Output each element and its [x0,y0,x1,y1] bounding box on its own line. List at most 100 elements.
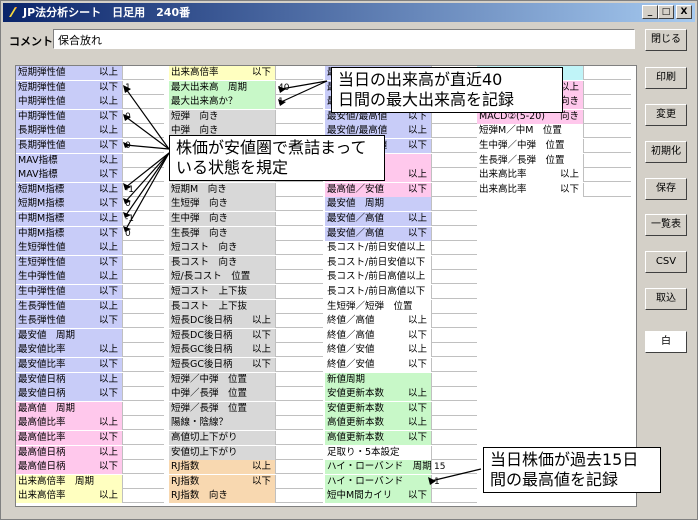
criteria-value-input[interactable] [431,139,477,153]
criteria-value-input[interactable] [275,226,323,241]
criteria-value-input[interactable]: 0 [122,139,164,153]
criteria-value-input[interactable] [583,95,631,110]
criteria-value-input[interactable] [122,445,164,460]
criteria-value-input[interactable] [275,328,323,343]
criteria-value-input[interactable] [431,212,477,226]
criteria-value-input[interactable] [275,212,323,226]
criteria-value-input[interactable] [275,460,323,475]
criteria-value-input[interactable] [431,445,477,460]
criteria-value-input[interactable] [275,474,323,489]
criteria-value-input[interactable] [275,285,323,299]
criteria-value-input[interactable] [122,95,164,110]
criteria-value-input[interactable] [122,270,164,285]
criteria-value-input[interactable]: 0 [122,226,164,241]
criteria-value-input[interactable] [122,416,164,431]
criteria-value-input[interactable] [431,387,477,402]
criteria-value-input[interactable] [583,66,631,80]
criteria-value-input[interactable] [275,445,323,460]
criteria-value-input[interactable] [431,358,477,372]
initialize-button[interactable]: 初期化 [645,141,687,163]
import-button[interactable]: 取込 [645,288,687,310]
criteria-value-input[interactable] [583,124,631,139]
criteria-value-input[interactable] [122,124,164,139]
criteria-value-input[interactable] [431,314,477,329]
criteria-value-input[interactable] [583,139,631,153]
criteria-value-input[interactable] [275,182,323,197]
criteria-value-input[interactable] [275,401,323,416]
criteria-value-input[interactable] [122,460,164,475]
criteria-value-input[interactable] [122,431,164,445]
criteria-value-input[interactable] [122,153,164,168]
criteria-value-input[interactable] [122,241,164,256]
criteria-value-input[interactable] [122,66,164,80]
criteria-value-input[interactable]: 15 [431,460,477,475]
criteria-value-input[interactable]: 1 [275,95,323,110]
criteria-value-input[interactable] [275,416,323,431]
close-button[interactable]: 閉じる [645,29,687,51]
criteria-value-input[interactable] [431,168,477,183]
criteria-value-input[interactable] [431,343,477,358]
criteria-value-input[interactable] [122,401,164,416]
criteria-value-input[interactable] [275,372,323,387]
criteria-value-input[interactable] [431,153,477,168]
minimize-button[interactable]: _ [642,5,658,19]
criteria-value-input[interactable]: -1 [122,182,164,197]
criteria-value-input[interactable] [431,124,477,139]
white-button[interactable]: 白 [645,331,687,353]
criteria-value-input[interactable] [122,168,164,183]
criteria-value-input[interactable] [122,328,164,343]
criteria-value-input[interactable] [275,66,323,80]
criteria-value-input[interactable] [275,299,323,314]
criteria-value-input[interactable] [122,343,164,358]
criteria-value-input[interactable] [275,241,323,256]
criteria-value-input[interactable] [122,285,164,299]
criteria-value-input[interactable] [583,109,631,124]
criteria-value-input[interactable] [431,328,477,343]
criteria-value-input[interactable] [122,314,164,329]
criteria-value-input[interactable] [275,270,323,285]
criteria-value-input[interactable] [431,182,477,197]
criteria-value-input[interactable] [122,299,164,314]
criteria-value-input[interactable] [583,80,631,95]
criteria-value-input[interactable] [275,314,323,329]
criteria-value-input[interactable] [431,489,477,504]
criteria-value-input[interactable] [122,474,164,489]
criteria-value-input[interactable] [275,343,323,358]
criteria-value-input[interactable] [122,387,164,402]
criteria-value-input[interactable]: 40 [275,80,323,95]
criteria-value-input[interactable] [583,168,631,183]
criteria-value-input[interactable]: 1 [431,474,477,489]
criteria-value-input[interactable] [275,489,323,504]
criteria-value-input[interactable] [275,197,323,212]
close-window-button[interactable]: X [676,5,692,19]
criteria-value-input[interactable] [431,372,477,387]
criteria-value-input[interactable] [275,358,323,372]
criteria-value-input[interactable]: -1 [122,212,164,226]
criteria-value-input[interactable] [431,226,477,241]
criteria-value-input[interactable] [431,299,477,314]
criteria-value-input[interactable] [122,358,164,372]
change-button[interactable]: 変更 [645,104,687,126]
criteria-value-input[interactable]: 0 [122,197,164,212]
criteria-value-input[interactable]: 1 [122,80,164,95]
criteria-value-input[interactable] [431,270,477,285]
save-button[interactable]: 保存 [645,178,687,200]
criteria-value-input[interactable] [275,255,323,270]
criteria-value-input[interactable] [275,431,323,445]
criteria-value-input[interactable] [122,255,164,270]
maximize-button[interactable]: □ [658,5,674,19]
criteria-value-input[interactable] [122,489,164,504]
criteria-value-input[interactable] [431,401,477,416]
csv-button[interactable]: CSV [645,251,687,273]
criteria-value-input[interactable] [431,285,477,299]
criteria-value-input[interactable] [275,387,323,402]
list-button[interactable]: 一覧表 [645,214,687,236]
criteria-value-input[interactable] [583,153,631,168]
criteria-value-input[interactable] [431,255,477,270]
comment-input[interactable]: 保合放れ [53,29,635,49]
criteria-value-input[interactable]: 0 [122,109,164,124]
criteria-value-input[interactable] [275,109,323,124]
criteria-value-input[interactable] [431,431,477,445]
criteria-value-input[interactable] [431,416,477,431]
criteria-value-input[interactable] [583,182,631,197]
